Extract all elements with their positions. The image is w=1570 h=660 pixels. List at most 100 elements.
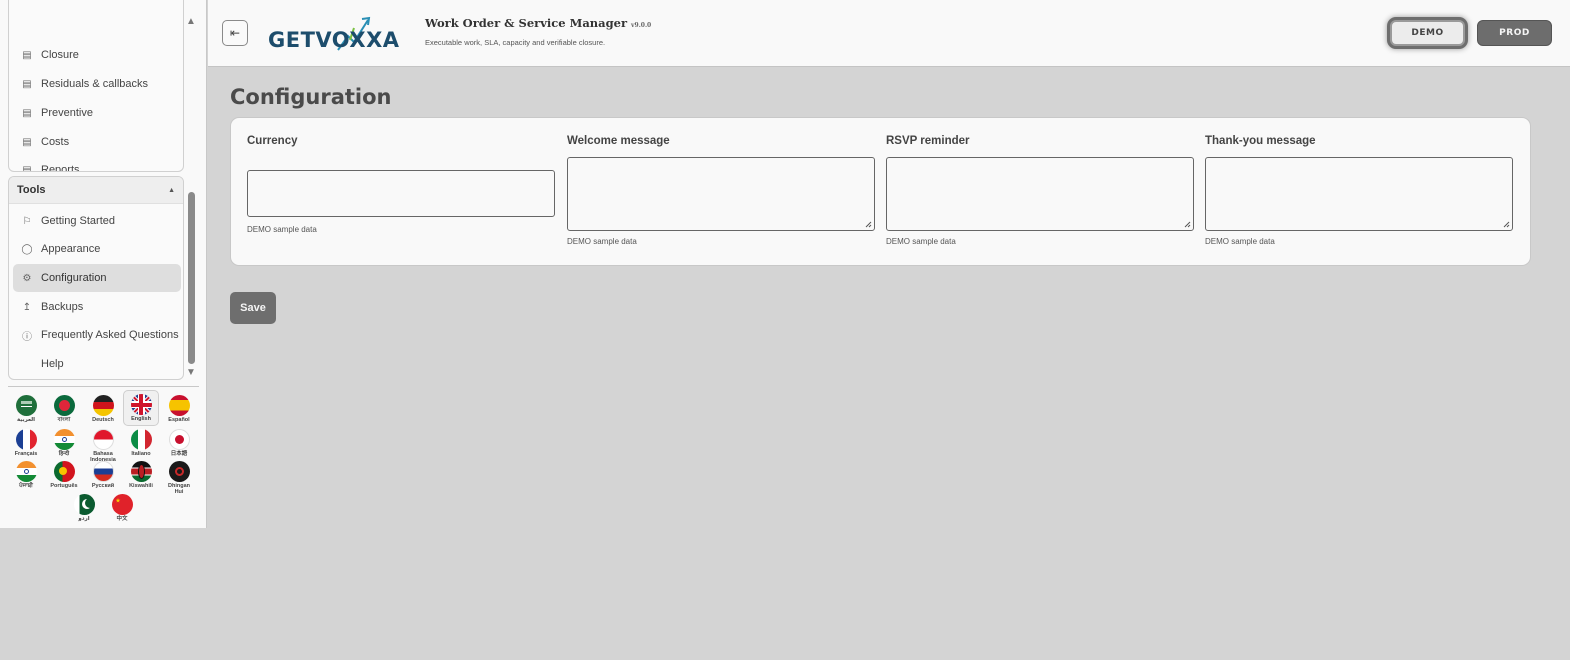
welcome-message-textarea[interactable] xyxy=(567,157,875,231)
resize-grip-icon[interactable] xyxy=(865,221,872,228)
flag-gb-icon xyxy=(130,394,152,415)
language-label: اردو xyxy=(78,516,90,522)
sidebar-scrollbar-thumb[interactable] xyxy=(188,192,195,364)
resize-grip-icon[interactable] xyxy=(1184,221,1191,228)
language-label: English xyxy=(131,416,151,422)
flag-de-icon xyxy=(92,395,114,416)
language-punjabi[interactable]: ਪੰਜਾਬੀ xyxy=(8,458,44,494)
flag-pt-icon xyxy=(53,461,75,482)
sidebar: ▤ Closure ▤ Residuals & callbacks ▤ Prev… xyxy=(0,0,207,528)
language-label: हिन्दी xyxy=(58,451,70,457)
prod-env-button[interactable]: PROD xyxy=(1477,20,1552,46)
collapse-sidebar-button[interactable]: ⇤ xyxy=(222,20,248,46)
app-header: ⇤ GETVOXXA Work Order & Service Manager v… xyxy=(208,0,1570,67)
sidebar-item-help[interactable]: Help xyxy=(13,350,181,378)
sidebar-item-label: Closure xyxy=(41,49,79,61)
language-label: ਪੰਜਾਬੀ xyxy=(19,483,33,489)
menu-section-tools: Tools ▲ ⚐ Getting Started ◯ Appearance ⚙… xyxy=(8,176,184,380)
upload-icon: ↥ xyxy=(22,301,32,313)
flag-pk-icon xyxy=(73,494,95,515)
sidebar-item-residuals[interactable]: ▤ Residuals & callbacks xyxy=(13,70,181,98)
configuration-card: Currency DEMO sample data Welcome messag… xyxy=(230,117,1531,266)
page-title: Configuration xyxy=(230,85,392,109)
language-label: Deutsch xyxy=(92,417,114,423)
list-icon: ▤ xyxy=(22,164,32,172)
flag-dh-icon xyxy=(168,461,190,482)
demo-env-button[interactable]: DEMO xyxy=(1390,20,1465,46)
language-hindi[interactable]: हिन्दी xyxy=(46,426,82,462)
flag-cn-icon xyxy=(111,494,133,515)
sidebar-item-label: Help xyxy=(41,358,64,370)
sidebar-item-label: Residuals & callbacks xyxy=(41,78,148,90)
resize-grip-icon[interactable] xyxy=(1503,221,1510,228)
welcome-message-helper: DEMO sample data xyxy=(567,237,637,246)
sidebar-item-preventive[interactable]: ▤ Preventive xyxy=(13,99,181,127)
flag-es-icon xyxy=(168,395,190,416)
sidebar-item-appearance[interactable]: ◯ Appearance xyxy=(13,235,181,263)
save-button[interactable]: Save xyxy=(230,292,276,324)
language-label: Español xyxy=(168,417,190,423)
flag-it-icon xyxy=(130,429,152,450)
welcome-message-label: Welcome message xyxy=(567,135,670,147)
language-swahili[interactable]: Kiswahili xyxy=(123,458,159,494)
app-subtitle: Executable work, SLA, capacity and verif… xyxy=(425,38,606,47)
chevron-up-icon: ▲ xyxy=(168,186,175,194)
language-russian[interactable]: Русский xyxy=(85,458,121,494)
language-label: Italiano xyxy=(131,451,151,457)
sidebar-item-reports[interactable]: ▤ Reports xyxy=(13,156,181,172)
sidebar-item-label: Frequently Asked Questions xyxy=(41,329,179,341)
language-english[interactable]: English xyxy=(123,390,159,426)
sidebar-item-label: Preventive xyxy=(41,107,93,119)
rsvp-reminder-label: RSVP reminder xyxy=(886,135,970,147)
sidebar-item-configuration[interactable]: ⚙ Configuration xyxy=(13,264,181,292)
sidebar-item-label: Getting Started xyxy=(41,215,115,227)
language-label: العربية xyxy=(16,417,36,423)
sidebar-item-label: Costs xyxy=(41,136,70,148)
list-icon: ▤ xyxy=(22,107,32,119)
app-version: v9.0.0 xyxy=(631,22,652,29)
currency-input[interactable] xyxy=(247,170,555,217)
rsvp-reminder-textarea[interactable] xyxy=(886,157,1194,231)
language-bengali[interactable]: বাংলা xyxy=(46,392,82,428)
tools-header-label: Tools xyxy=(17,184,46,196)
language-label: 日本語 xyxy=(170,451,188,457)
flag-icon: ⚐ xyxy=(22,215,32,227)
language-arabic[interactable]: العربية xyxy=(8,392,44,428)
language-label: Kiswahili xyxy=(129,483,153,489)
language-label: Français xyxy=(14,451,38,457)
flag-ke-icon xyxy=(130,461,152,482)
gear-icon: ⚙ xyxy=(22,272,32,284)
language-spanish[interactable]: Español xyxy=(161,392,197,428)
language-urdu[interactable]: اردو xyxy=(66,491,102,527)
tools-section-header[interactable]: Tools ▲ xyxy=(9,177,183,204)
sidebar-item-faq[interactable]: ⓘ Frequently Asked Questions xyxy=(13,321,181,349)
language-japanese[interactable]: 日本語 xyxy=(161,426,197,462)
language-french[interactable]: Français xyxy=(8,426,44,462)
language-portuguese[interactable]: Português xyxy=(46,458,82,494)
rsvp-reminder-helper: DEMO sample data xyxy=(886,237,956,246)
question-icon: ⓘ xyxy=(22,331,32,343)
sidebar-item-closure[interactable]: ▤ Closure xyxy=(13,41,181,69)
thank-you-message-label: Thank-you message xyxy=(1205,135,1316,147)
scroll-down-arrow[interactable]: ▼ xyxy=(186,367,196,378)
flag-sa-icon xyxy=(15,395,37,416)
sidebar-item-label: Appearance xyxy=(41,243,101,255)
sidebar-item-label: Reports xyxy=(41,164,80,172)
thank-you-message-helper: DEMO sample data xyxy=(1205,237,1275,246)
language-dhingan-hui[interactable]: Dhingan Hui xyxy=(161,458,197,498)
language-label: Dhingan Hui xyxy=(168,483,190,495)
logo-text: GETVOXXA xyxy=(268,28,400,52)
palette-icon: ◯ xyxy=(21,243,33,255)
language-italian[interactable]: Italiano xyxy=(123,426,159,462)
language-chinese[interactable]: 中文 xyxy=(104,491,140,527)
scroll-up-arrow[interactable]: ▲ xyxy=(186,16,196,27)
sidebar-item-costs[interactable]: ▤ Costs xyxy=(13,128,181,156)
flag-jp-icon xyxy=(168,429,190,450)
thank-you-message-textarea[interactable] xyxy=(1205,157,1513,231)
sidebar-item-label: Backups xyxy=(41,301,84,313)
flag-ru-icon xyxy=(92,461,114,482)
flag-bd-icon xyxy=(53,395,75,416)
sidebar-item-getting-started[interactable]: ⚐ Getting Started xyxy=(13,207,181,235)
sidebar-item-backups[interactable]: ↥ Backups xyxy=(13,293,181,321)
language-german[interactable]: Deutsch xyxy=(85,392,121,428)
